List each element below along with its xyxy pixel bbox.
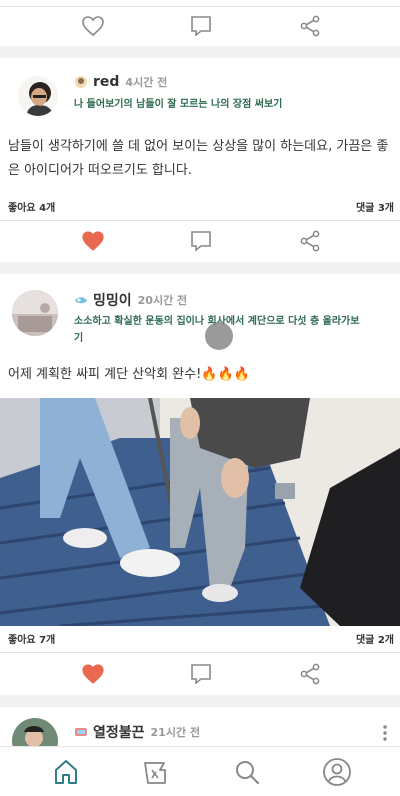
avatar-image bbox=[18, 76, 58, 116]
tab-profile[interactable] bbox=[320, 755, 354, 789]
like-button[interactable] bbox=[73, 221, 113, 261]
comment-icon bbox=[191, 664, 211, 685]
post-time: 4시간 전 bbox=[125, 76, 168, 89]
comment-count[interactable]: 댓글 2개 bbox=[356, 631, 394, 646]
post-time: 21시간 전 bbox=[150, 726, 201, 739]
badge-icon bbox=[75, 297, 87, 304]
comment-button[interactable] bbox=[181, 654, 221, 694]
challenge-topic-link[interactable]: 나 들어보기의 남들이 잘 모르는 나의 장점 써보기 bbox=[74, 96, 374, 113]
avatar-image bbox=[12, 290, 58, 336]
avatar[interactable] bbox=[18, 76, 58, 116]
post-meta: 열정불끈 21시간 전 bbox=[74, 722, 200, 742]
share-icon bbox=[300, 15, 320, 37]
post-body: 어제 계획한 싸피 계단 산악회 완수!🔥🔥🔥 bbox=[8, 367, 250, 382]
heart-icon bbox=[82, 16, 104, 37]
share-icon bbox=[300, 663, 320, 685]
post-meta: 밍밍이 20시간 전 bbox=[74, 290, 187, 310]
post-stats: 좋아요 7개 댓글 2개 bbox=[0, 628, 400, 648]
more-vertical-icon bbox=[383, 725, 387, 741]
feed-gap bbox=[0, 695, 400, 707]
like-button[interactable] bbox=[73, 6, 113, 46]
post-photo[interactable] bbox=[0, 398, 400, 626]
more-options-button[interactable] bbox=[382, 724, 388, 742]
post-photo-image bbox=[0, 398, 400, 626]
comment-icon bbox=[191, 231, 211, 252]
divider bbox=[0, 652, 400, 653]
badge-icon bbox=[75, 76, 87, 88]
post-body: 남들이 생각하기에 쓸 데 없어 보이는 상상을 많이 하는데요, 가끔은 좋은… bbox=[8, 139, 389, 178]
post-meta: red 4시간 전 bbox=[74, 74, 167, 90]
comment-icon bbox=[191, 16, 211, 37]
heart-icon bbox=[82, 664, 104, 684]
share-button[interactable] bbox=[290, 654, 330, 694]
tab-home[interactable] bbox=[49, 755, 83, 789]
touch-indicator bbox=[205, 322, 233, 350]
username[interactable]: 열정불끈 bbox=[93, 722, 145, 742]
bottom-tab-bar bbox=[0, 746, 400, 796]
profile-icon bbox=[323, 758, 351, 786]
tab-challenge[interactable] bbox=[138, 755, 172, 789]
heart-icon bbox=[82, 231, 104, 251]
username[interactable]: 밍밍이 bbox=[93, 290, 132, 310]
home-icon bbox=[55, 760, 77, 784]
search-icon bbox=[236, 761, 260, 785]
like-count[interactable]: 좋아요 4개 bbox=[8, 199, 55, 214]
post-stats: 좋아요 4개 댓글 3개 bbox=[0, 196, 400, 216]
post-action-bar bbox=[0, 221, 400, 261]
avatar[interactable] bbox=[12, 290, 58, 336]
tab-search[interactable] bbox=[230, 755, 264, 789]
comment-count[interactable]: 댓글 3개 bbox=[356, 199, 394, 214]
feed-gap bbox=[0, 262, 400, 274]
share-icon bbox=[300, 230, 320, 252]
post-action-bar bbox=[0, 654, 400, 694]
username[interactable]: red bbox=[93, 74, 119, 90]
flag-board-icon bbox=[144, 762, 166, 784]
like-count[interactable]: 좋아요 7개 bbox=[8, 631, 55, 646]
badge-icon bbox=[75, 728, 87, 736]
share-button[interactable] bbox=[290, 221, 330, 261]
like-button[interactable] bbox=[73, 654, 113, 694]
share-button[interactable] bbox=[290, 6, 330, 46]
post-action-bar bbox=[0, 6, 400, 46]
comment-button[interactable] bbox=[181, 6, 221, 46]
feed-gap bbox=[0, 46, 400, 58]
post-time: 20시간 전 bbox=[137, 294, 188, 307]
comment-button[interactable] bbox=[181, 221, 221, 261]
